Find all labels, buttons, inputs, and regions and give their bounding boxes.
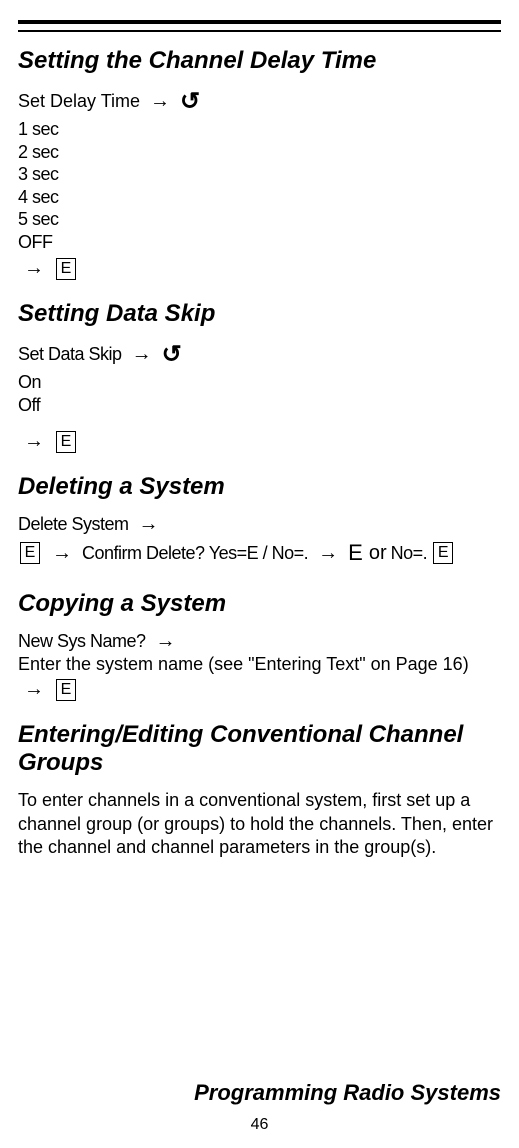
label-data-skip: Set Data Skip [18,344,122,365]
arrow-icon: → [150,90,170,113]
e-key-icon: E [56,431,76,453]
option-1sec: 1 sec [18,118,501,141]
e-key-icon: E [56,258,76,280]
section-copying: Copying a System New Sys Name? → Enter t… [18,590,501,701]
heading-copying: Copying a System [18,590,501,618]
option-2sec: 2 sec [18,141,501,164]
page-number: 46 [251,1116,269,1134]
line-confirm-delete: E → Confirm Delete? Yes=E / No=. → E or … [18,540,501,566]
rotate-icon: ↺ [162,340,182,369]
e-key-icon: E [56,679,76,701]
rotate-icon: ↺ [180,87,200,116]
copy-instruction: Enter the system name (see "Entering Tex… [18,653,501,676]
arrow-icon: → [24,430,44,453]
option-on: On [18,371,501,394]
top-rule-thin [18,30,501,32]
arrow-icon: → [132,343,152,366]
heading-deleting: Deleting a System [18,473,501,501]
line-delete-system: Delete System → [18,513,501,536]
e-key-icon: E [20,542,40,564]
footer-title: Programming Radio Systems [194,1080,501,1106]
arrow-icon: → [24,257,44,280]
section-deleting: Deleting a System Delete System → E → Co… [18,473,501,566]
line-data-skip: Set Data Skip → ↺ [18,340,501,369]
no-text: No=. [391,543,428,564]
arrow-icon: → [139,513,159,536]
section-data-skip: Setting Data Skip Set Data Skip → ↺ On O… [18,300,501,453]
option-5sec: 5 sec [18,208,501,231]
e-key-icon: E [433,542,453,564]
line-set-delay: Set Delay Time → ↺ [18,87,501,116]
line-arrow-e-2: → E [18,430,501,453]
e-char: E [348,540,365,566]
option-off2: Off [18,394,501,417]
line-new-sys: New Sys Name? → [18,630,501,653]
arrow-icon: → [52,542,72,565]
top-rule-thick [18,20,501,24]
or-text: or [369,542,387,565]
line-arrow-e: → E [18,257,501,280]
section-channel-delay: Setting the Channel Delay Time Set Delay… [18,47,501,280]
section-entering: Entering/Editing Conventional Channel Gr… [18,721,501,859]
label-set-delay: Set Delay Time [18,90,140,113]
option-3sec: 3 sec [18,163,501,186]
heading-entering: Entering/Editing Conventional Channel Gr… [18,721,501,777]
heading-channel-delay: Setting the Channel Delay Time [18,47,501,75]
option-4sec: 4 sec [18,186,501,209]
line-arrow-e-3: → E [18,678,501,701]
heading-data-skip: Setting Data Skip [18,300,501,328]
label-delete-system: Delete System [18,514,129,535]
label-new-sys: New Sys Name? [18,631,146,652]
option-off: OFF [18,231,501,254]
skip-options: On Off [18,371,501,416]
arrow-icon: → [156,630,176,653]
delay-options: 1 sec 2 sec 3 sec 4 sec 5 sec OFF [18,118,501,253]
entering-body: To enter channels in a conventional syst… [18,789,501,859]
arrow-icon: → [24,678,44,701]
confirm-text: Confirm Delete? Yes=E / No=. [82,543,308,564]
arrow-icon: → [318,542,338,565]
